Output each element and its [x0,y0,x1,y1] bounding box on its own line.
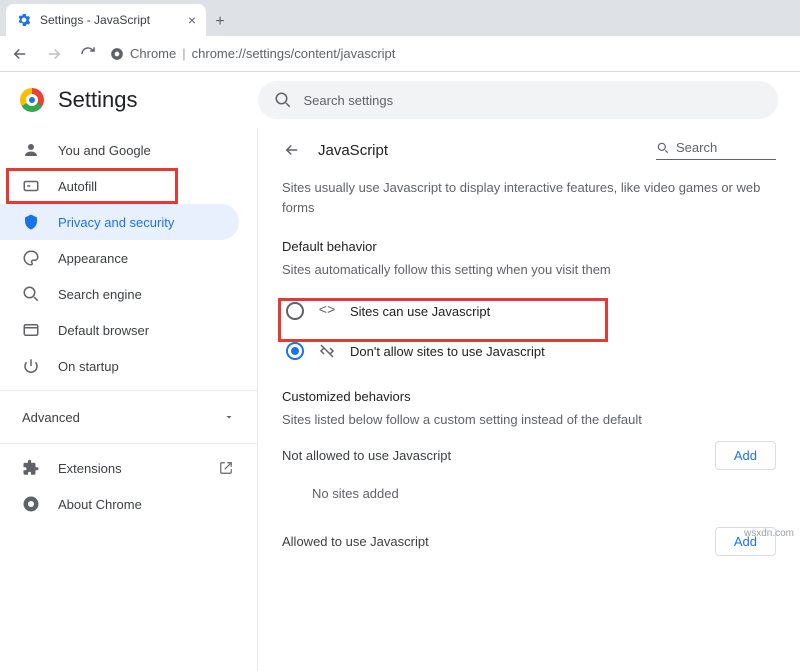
default-behavior-subtitle: Sites automatically follow this setting … [282,262,776,277]
advanced-toggle[interactable]: Advanced [0,397,257,437]
sidebar-item-label: Search engine [58,287,142,302]
sidebar-item-default-browser[interactable]: Default browser [0,312,239,348]
sidebar: You and Google Autofill Privacy and secu… [0,128,258,671]
search-icon [274,91,292,109]
option-allow-javascript[interactable]: <> Sites can use Javascript [282,291,776,331]
sidebar-item-about-chrome[interactable]: About Chrome [0,486,257,522]
sidebar-item-autofill[interactable]: Autofill [0,168,239,204]
option-label: Sites can use Javascript [350,304,490,319]
page-title: Settings [58,87,138,113]
advanced-label: Advanced [22,410,80,425]
gear-icon [16,12,32,28]
default-behavior-title: Default behavior [282,239,776,254]
puzzle-icon [22,459,40,477]
panel-search-input[interactable]: Search [656,140,776,160]
power-icon [22,357,40,375]
option-block-javascript[interactable]: Don't allow sites to use Javascript [282,331,776,371]
radio-checked-icon [286,342,304,360]
watermark: wsxdn.com [744,528,794,539]
customized-behaviors-title: Customized behaviors [282,389,776,404]
sidebar-item-extensions[interactable]: Extensions [0,450,257,486]
omnibox-path: chrome://settings/content/javascript [192,46,396,61]
autofill-icon [22,177,40,195]
not-allowed-label: Not allowed to use Javascript [282,448,451,463]
chrome-icon [22,495,40,513]
sidebar-item-label: Extensions [58,461,122,476]
sidebar-item-search-engine[interactable]: Search engine [0,276,239,312]
new-tab-button[interactable]: + [206,8,234,36]
browser-toolbar: Chrome | chrome://settings/content/javas… [0,36,800,72]
sidebar-item-label: On startup [58,359,119,374]
settings-header: Settings Search settings [0,72,800,128]
person-icon [22,141,40,159]
search-settings-input[interactable]: Search settings [258,81,778,119]
panel-title: JavaScript [318,142,388,159]
search-icon [656,141,670,155]
forward-button[interactable] [42,42,66,66]
sidebar-item-appearance[interactable]: Appearance [0,240,239,276]
address-bar[interactable]: Chrome | chrome://settings/content/javas… [110,46,395,61]
sidebar-item-on-startup[interactable]: On startup [0,348,239,384]
sidebar-item-privacy-and-security[interactable]: Privacy and security [0,204,239,240]
code-blocked-icon [318,342,336,360]
palette-icon [22,249,40,267]
allowed-label: Allowed to use Javascript [282,534,429,549]
sidebar-item-label: Privacy and security [58,215,174,230]
sidebar-item-label: You and Google [58,143,151,158]
sidebar-item-label: Appearance [58,251,128,266]
search-icon [22,285,40,303]
option-label: Don't allow sites to use Javascript [350,344,545,359]
omnibox-scheme: Chrome [130,46,176,61]
search-placeholder: Search settings [304,93,394,108]
back-button[interactable] [8,42,32,66]
panel-back-button[interactable] [282,140,302,160]
sidebar-item-label: Default browser [58,323,149,338]
close-icon[interactable]: × [188,12,196,28]
tab-strip: Settings - JavaScript × + [0,0,800,36]
code-icon: <> [318,303,336,319]
add-not-allowed-button[interactable]: Add [715,441,776,470]
tab-title: Settings - JavaScript [40,13,150,27]
panel-description: Sites usually use Javascript to display … [282,178,772,217]
reload-button[interactable] [76,42,100,66]
radio-unchecked-icon [286,302,304,320]
sidebar-item-label: About Chrome [58,497,142,512]
panel-search-placeholder: Search [676,140,717,155]
no-sites-text: No sites added [282,474,776,515]
chrome-icon [110,47,124,61]
sidebar-item-label: Autofill [58,179,97,194]
browser-icon [22,321,40,339]
settings-panel: JavaScript Search Sites usually use Java… [258,128,800,671]
shield-icon [22,213,40,231]
chevron-down-icon [223,411,235,423]
sidebar-item-you-and-google[interactable]: You and Google [0,132,239,168]
chrome-logo-icon [20,88,44,112]
browser-tab[interactable]: Settings - JavaScript × [6,4,206,36]
customized-behaviors-subtitle: Sites listed below follow a custom setti… [282,412,776,427]
open-external-icon [219,461,233,475]
